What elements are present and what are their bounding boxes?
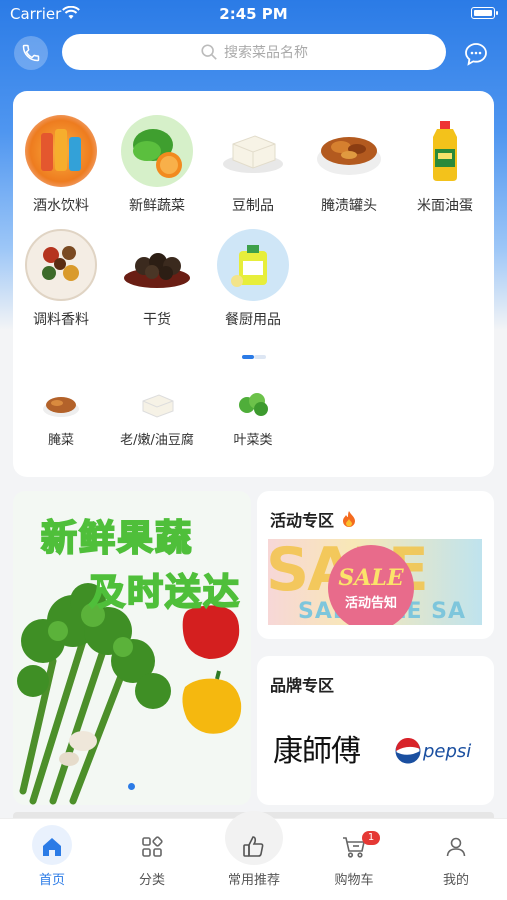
home-icon <box>38 833 66 861</box>
category-staples[interactable]: 米面油蛋 <box>397 115 493 215</box>
battery-icon <box>471 7 498 19</box>
activity-zone-title-text: 活动专区 <box>270 511 335 530</box>
category-vegetables[interactable]: 新鲜蔬菜 <box>109 115 205 215</box>
leafy-greens-icon <box>233 389 273 419</box>
bottom-tab-bar: 首页 分类 常用推荐 购物车 1 我的 <box>0 811 507 900</box>
phone-button[interactable] <box>14 36 48 70</box>
tab-home[interactable]: 首页 <box>12 833 92 888</box>
brand-zone-title: 品牌专区 <box>270 676 335 695</box>
profile-icon <box>442 833 470 861</box>
status-bar: Carrier 2:45 PM <box>0 0 507 28</box>
category-label: 新鲜蔬菜 <box>129 198 185 214</box>
phone-icon <box>22 44 40 62</box>
subcategory-leafy[interactable]: 叶菜类 <box>203 389 303 448</box>
fire-icon <box>342 510 356 532</box>
banner-pager-dot <box>128 783 135 790</box>
subcategory-label: 叶菜类 <box>233 433 273 448</box>
tab-label: 我的 <box>442 873 469 888</box>
category-kitchen[interactable]: 餐厨用品 <box>205 229 301 329</box>
spices-icon <box>25 229 97 301</box>
pepsi-globe-icon <box>395 738 421 764</box>
tab-category[interactable]: 分类 <box>112 833 192 888</box>
category-label: 调料香料 <box>33 312 89 328</box>
category-label: 餐厨用品 <box>225 312 281 328</box>
pepsi-wordmark: pepsi <box>423 740 472 762</box>
sale-badge: SALE 活动告知 <box>328 545 414 625</box>
cart-count-badge: 1 <box>362 831 380 845</box>
activity-zone-title: 活动专区 <box>270 507 356 532</box>
subcategory-label: 腌菜 <box>47 433 74 448</box>
clock: 2:45 PM <box>219 5 288 23</box>
tab-cart[interactable]: 购物车 <box>314 833 394 888</box>
category-pickles[interactable]: 腌渍罐头 <box>301 115 397 215</box>
category-card: 酒水饮料 新鲜蔬菜 豆制品 腌渍罐头 米面油蛋 调料香料 干货 餐厨用品 腌菜 … <box>13 91 494 477</box>
oil-bottle-icon <box>409 115 481 187</box>
promo-banner[interactable]: 新鲜果蔬 及时送达 <box>13 491 251 805</box>
activity-zone-card[interactable]: 活动专区 SALE SAL SALE SA SALE 活动告知 <box>257 491 494 639</box>
pickled-veg-icon <box>41 389 81 419</box>
tab-label: 常用推荐 <box>227 873 280 888</box>
category-drinks[interactable]: 酒水饮料 <box>13 115 109 215</box>
sale-subtitle: 活动告知 <box>344 596 397 611</box>
kitchen-supplies-icon <box>217 229 289 301</box>
thumbs-up-icon <box>240 833 268 861</box>
brand-logo-pepsi[interactable]: pepsi <box>395 738 471 764</box>
pager-dot <box>254 355 266 359</box>
drinks-icon <box>25 115 97 187</box>
pager-dot-active <box>242 355 254 359</box>
banner-headline-1: 新鲜果蔬 <box>40 517 194 560</box>
tofu-icon <box>217 115 289 187</box>
category-icon <box>138 833 166 861</box>
banner-headline-2: 及时送达 <box>88 571 242 614</box>
category-tofu[interactable]: 豆制品 <box>205 115 301 215</box>
category-label: 米面油蛋 <box>417 198 473 214</box>
vegetables-icon <box>121 115 193 187</box>
subcategory-tofu[interactable]: 老/嫩/油豆腐 <box>107 389 207 448</box>
category-label: 干货 <box>143 312 171 328</box>
tab-label: 购物车 <box>334 873 374 888</box>
search-placeholder: 搜索菜品名称 <box>224 45 308 61</box>
category-spices[interactable]: 调料香料 <box>13 229 109 329</box>
tab-label: 首页 <box>38 873 65 888</box>
tab-profile[interactable]: 我的 <box>416 833 496 888</box>
tab-recommend[interactable]: 常用推荐 <box>214 833 294 888</box>
sale-word: SALE <box>338 565 404 591</box>
sale-promo-image[interactable]: SALE SAL SALE SA SALE 活动告知 <box>268 539 482 625</box>
subcategory-label: 老/嫩/油豆腐 <box>120 433 194 448</box>
category-pager <box>242 355 266 359</box>
mushrooms-icon <box>121 229 193 301</box>
category-label: 腌渍罐头 <box>321 198 377 214</box>
chat-bubble-icon <box>465 43 487 66</box>
category-dried-goods[interactable]: 干货 <box>109 229 205 329</box>
brand-logo-kangshifu[interactable]: 康師傅 <box>273 726 361 770</box>
pickles-icon <box>313 115 385 187</box>
subcategory-pickled-veg[interactable]: 腌菜 <box>11 389 111 448</box>
category-label: 豆制品 <box>232 198 274 214</box>
message-button[interactable] <box>460 38 492 70</box>
tab-label: 分类 <box>138 873 165 888</box>
search-input[interactable]: 搜索菜品名称 <box>62 34 446 70</box>
tofu-block-icon <box>137 389 177 419</box>
brand-zone-card[interactable]: 品牌专区 康師傅 pepsi <box>257 656 494 805</box>
category-label: 酒水饮料 <box>33 198 89 214</box>
search-icon <box>201 44 217 60</box>
